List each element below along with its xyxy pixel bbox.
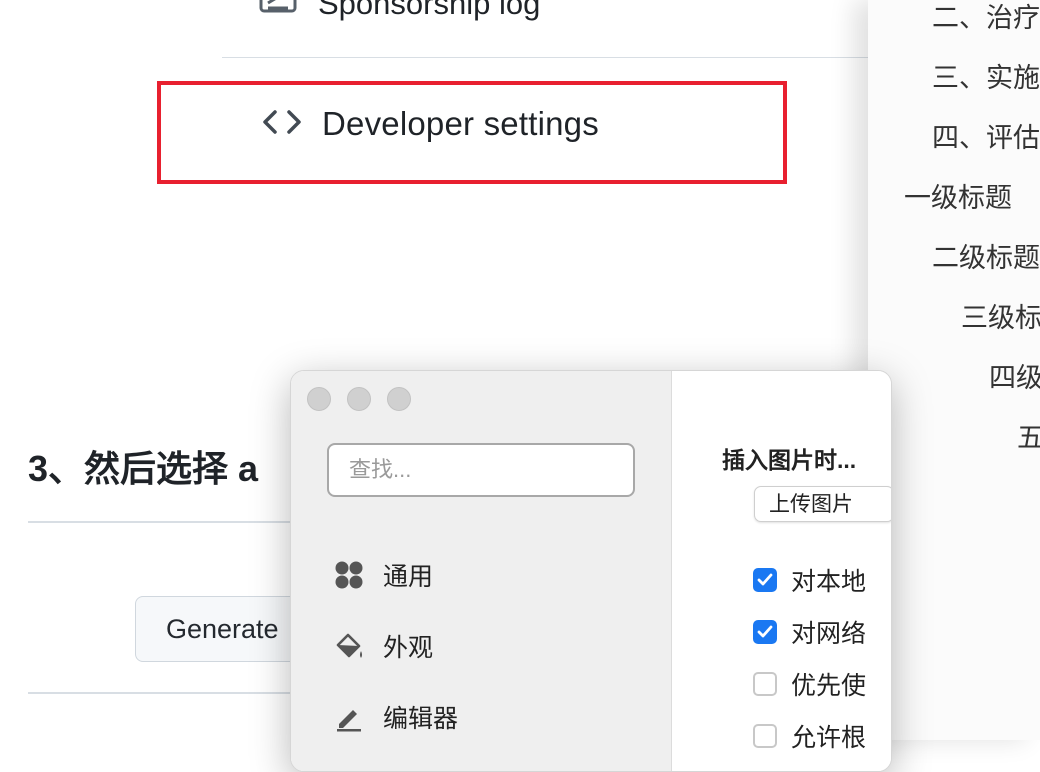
option-label: 允许根 (791, 724, 867, 752)
minimize-window-button[interactable] (347, 387, 371, 411)
outline-item[interactable]: 二级标题 (932, 236, 1040, 275)
sponsorship-log-item[interactable]: Sponsorship log (258, 0, 540, 24)
option-label: 优先使 (791, 672, 867, 700)
step-heading: 3、然后选择 a (28, 448, 259, 489)
sponsorship-log-label: Sponsorship log (318, 0, 541, 21)
outline-item[interactable]: 一级标题 (904, 176, 1012, 215)
outline-panel: 二、治疗 三、实施 四、评估 一级标题 二级标题 三级标 四级 五 (868, 0, 1040, 740)
outline-item[interactable]: 四级 (989, 356, 1040, 395)
checkbox-checked[interactable] (753, 568, 777, 592)
sponsor-log-icon (258, 0, 302, 22)
nav-item-editor[interactable]: 编辑器 (333, 697, 458, 737)
checkbox-unchecked[interactable] (753, 724, 777, 748)
preferences-sidebar: 查找... 通用 外观 编辑器 (291, 371, 672, 771)
outline-item[interactable]: 四、评估 (932, 116, 1040, 155)
option-row[interactable]: 优先使 (753, 666, 866, 702)
grid-icon (333, 559, 365, 591)
option-label: 对网络 (791, 620, 867, 648)
nav-item-label: 编辑器 (383, 705, 459, 733)
option-row[interactable]: 允许根 (753, 718, 866, 754)
nav-item-label: 外观 (383, 634, 434, 662)
nav-item-label: 通用 (383, 563, 434, 591)
outline-item[interactable]: 三、实施 (932, 56, 1040, 95)
zoom-window-button[interactable] (387, 387, 411, 411)
preferences-window: 查找... 通用 外观 编辑器 插入图片时... 上传图片 对本地 对网络 优先… (290, 370, 892, 772)
divider (222, 57, 882, 58)
option-row[interactable]: 对本地 (753, 562, 866, 598)
paint-bucket-icon (333, 630, 365, 662)
close-window-button[interactable] (307, 387, 331, 411)
outline-item[interactable]: 二、治疗 (932, 0, 1040, 35)
option-label: 对本地 (791, 568, 867, 596)
pencil-icon (333, 701, 365, 733)
checkbox-checked[interactable] (753, 620, 777, 644)
preferences-content: 插入图片时... 上传图片 对本地 对网络 优先使 允许根 (672, 371, 891, 771)
outline-item[interactable]: 三级标 (961, 296, 1040, 335)
highlight-box (157, 81, 787, 184)
upload-image-select[interactable]: 上传图片 (754, 486, 891, 522)
nav-item-appearance[interactable]: 外观 (333, 626, 433, 666)
outline-item[interactable]: 五 (1017, 416, 1040, 455)
insert-image-heading: 插入图片时... (722, 447, 857, 473)
search-input[interactable]: 查找... (327, 443, 635, 497)
nav-item-general[interactable]: 通用 (333, 555, 433, 595)
checkbox-unchecked[interactable] (753, 672, 777, 696)
option-row[interactable]: 对网络 (753, 614, 866, 650)
